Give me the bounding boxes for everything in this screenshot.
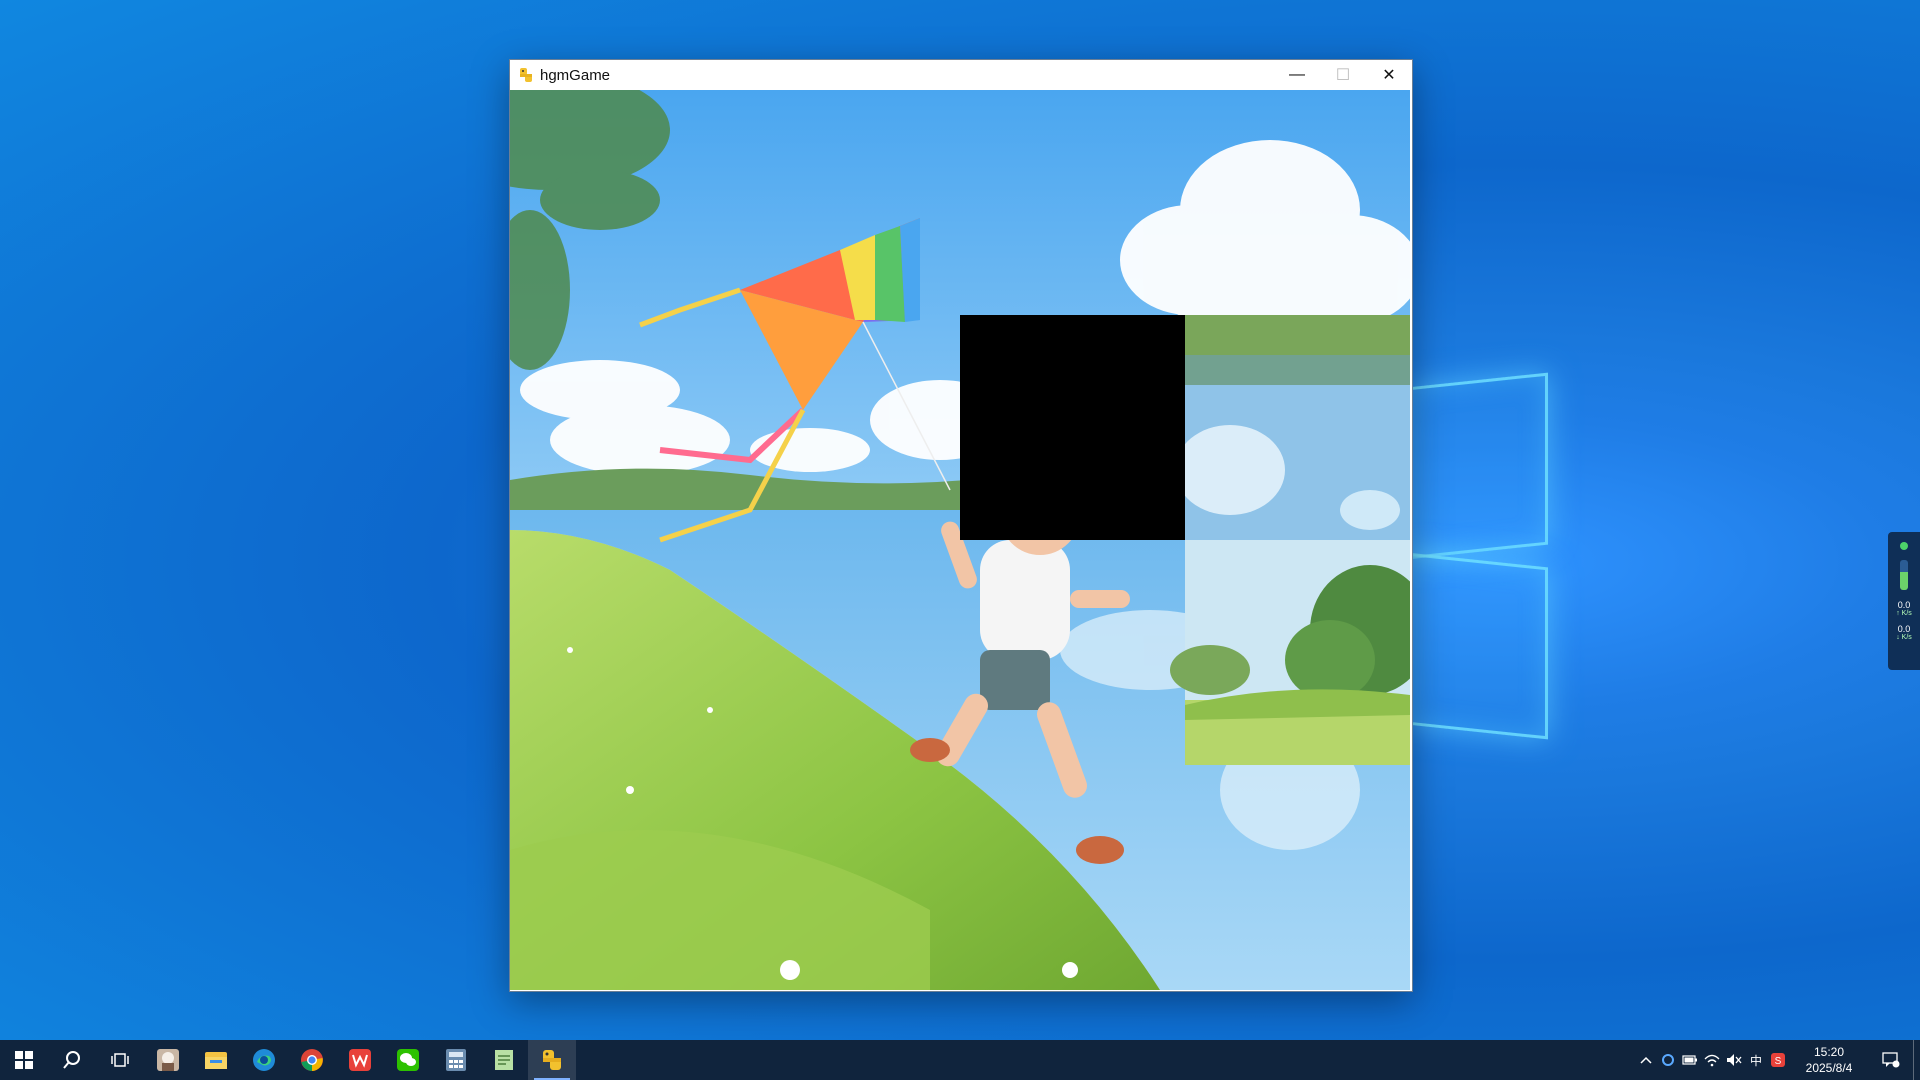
puzzle-board[interactable] <box>510 90 1410 990</box>
sogou-icon: S <box>1771 1053 1785 1067</box>
empty-tile <box>960 315 1185 540</box>
upload-speed: 0.0 <box>1897 600 1911 610</box>
sync-icon <box>1662 1054 1674 1066</box>
ime-indicator[interactable]: 中 <box>1745 1040 1767 1080</box>
start-button[interactable] <box>0 1040 48 1080</box>
task-view-button[interactable] <box>96 1040 144 1080</box>
wechat-button[interactable] <box>384 1040 432 1080</box>
sogou-input-button[interactable]: S <box>1767 1040 1789 1080</box>
battery-tray-button[interactable] <box>1679 1040 1701 1080</box>
search-icon <box>63 1051 80 1069</box>
download-unit: ↓ K/s <box>1896 634 1912 641</box>
windows-logo-wallpaper <box>1408 372 1548 740</box>
chrome-button[interactable] <box>288 1040 336 1080</box>
notification-icon <box>1882 1052 1900 1068</box>
clock[interactable]: 15:20 2025/8/4 <box>1789 1044 1869 1076</box>
task-view-icon <box>111 1053 129 1067</box>
level-bar <box>1900 560 1908 590</box>
wps-icon <box>349 1049 371 1071</box>
network-speed-widget[interactable]: 0.0 ↑ K/s 0.0 ↓ K/s <box>1888 532 1920 670</box>
wechat-icon <box>397 1049 419 1071</box>
calculator-icon <box>446 1049 466 1071</box>
edge-button[interactable] <box>240 1040 288 1080</box>
upload-unit: ↑ K/s <box>1896 610 1912 617</box>
notepad-icon <box>495 1050 513 1070</box>
minimize-button[interactable]: — <box>1274 60 1320 90</box>
maximize-button[interactable]: ☐ <box>1320 60 1366 90</box>
svg-text:S: S <box>1775 1056 1782 1067</box>
wps-button[interactable] <box>336 1040 384 1080</box>
file-explorer-icon <box>205 1052 227 1069</box>
volume-muted-icon <box>1727 1054 1742 1066</box>
calculator-button[interactable] <box>432 1040 480 1080</box>
wifi-icon <box>1704 1054 1720 1067</box>
title-bar[interactable]: hgmGame — ☐ ✕ <box>510 60 1412 90</box>
taskbar: 中 S 15:20 2025/8/4 <box>0 1040 1920 1080</box>
action-center-button[interactable] <box>1869 1040 1913 1080</box>
show-hidden-icons-button[interactable] <box>1635 1040 1657 1080</box>
clock-time: 15:20 <box>1813 1045 1845 1059</box>
python-snake-icon <box>520 68 532 82</box>
photo-app-button[interactable] <box>144 1040 192 1080</box>
system-tray: 中 S 15:20 2025/8/4 <box>1635 1040 1920 1080</box>
volume-tray-button[interactable] <box>1723 1040 1745 1080</box>
status-dot <box>1900 542 1908 550</box>
start-icon <box>15 1051 33 1069</box>
game-window: hgmGame — ☐ ✕ <box>509 59 1413 992</box>
search-button[interactable] <box>48 1040 96 1080</box>
clock-date: 2025/8/4 <box>1805 1061 1853 1075</box>
puzzle-image <box>510 90 1410 990</box>
chevron-up-icon <box>1640 1056 1652 1064</box>
window-title: hgmGame <box>540 66 611 84</box>
show-desktop-button[interactable] <box>1913 1040 1920 1080</box>
hgmgame-icon <box>543 1050 561 1070</box>
photo-app-icon <box>157 1049 179 1071</box>
battery-icon <box>1682 1055 1697 1065</box>
sync-tray-button[interactable] <box>1657 1040 1679 1080</box>
hgmgame-taskbar-button[interactable] <box>528 1040 576 1080</box>
file-explorer-button[interactable] <box>192 1040 240 1080</box>
download-speed: 0.0 <box>1897 624 1911 634</box>
edge-icon <box>253 1049 275 1071</box>
notepad-button[interactable] <box>480 1040 528 1080</box>
close-button[interactable]: ✕ <box>1366 60 1412 90</box>
network-tray-button[interactable] <box>1701 1040 1723 1080</box>
chrome-icon <box>301 1049 323 1071</box>
